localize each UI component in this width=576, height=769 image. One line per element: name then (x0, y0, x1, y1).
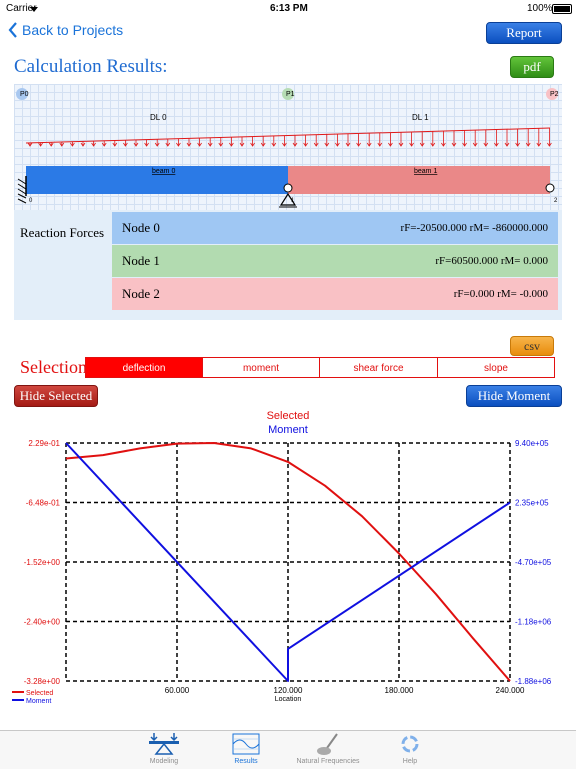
node-2-label: 2 (554, 198, 558, 204)
y-left-tick-label: 2.29e-01 (28, 439, 60, 448)
results-chart: Selected Moment 2.29e-01 -6.48e-01 -1.52e+… (12, 410, 552, 705)
reaction-value: rF=-20500.000 rM= -860000.000 (400, 222, 548, 234)
x-tick-label: 60.000 (165, 686, 190, 695)
load-label-dl0: DL 0 (150, 113, 167, 122)
fixed-support-icon (17, 176, 27, 204)
reaction-row-node-1[interactable]: Node 1 rF=60500.000 rM= 0.000 (112, 245, 558, 277)
beam-diagram: P0 P1 P2 DL 0 DL 1 beam 0 beam 1 0 1 2 (14, 84, 562, 210)
graph-icon (232, 733, 260, 755)
segment-moment[interactable]: moment (202, 357, 320, 378)
status-bar: Carrier 6:13 PM 100% (0, 0, 576, 18)
reaction-forces-label: Reaction Forces (20, 225, 105, 240)
back-label: Back to Projects (22, 22, 124, 38)
legend-selected: Selected (26, 690, 53, 697)
tab-results[interactable]: Results (206, 730, 286, 768)
x-tick-label: 120.000 (274, 686, 303, 695)
reaction-value: rF=0.000 rM= -0.000 (453, 288, 548, 300)
y-left-tick-label: -6.48e-01 (26, 499, 61, 508)
segment-slope[interactable]: slope (437, 357, 555, 378)
y-right-tick-label: -4.70e+05 (515, 558, 552, 567)
chart-subtitle: Moment (268, 424, 308, 436)
chart-legend: Selected Moment (12, 690, 53, 705)
back-button[interactable]: Back to Projects (8, 22, 123, 38)
x-ticks: 60.000 120.000 180.000 240.000 (165, 686, 525, 695)
free-end-node (545, 183, 555, 193)
help-icon (401, 735, 419, 753)
node-0-label: 0 (29, 198, 33, 204)
node-name: Node 0 (122, 220, 160, 235)
hide-selected-button[interactable]: Hide Selected (14, 385, 98, 407)
tab-label: Natural Frequencies (296, 758, 360, 765)
beam-1-label: beam 1 (414, 168, 437, 175)
point-p0-label: P0 (20, 91, 29, 98)
pdf-button[interactable]: pdf (510, 56, 554, 78)
legend-moment: Moment (26, 698, 51, 705)
battery-icon (552, 4, 572, 14)
tab-label: Results (234, 758, 258, 765)
load-line (25, 127, 551, 144)
beam-0-label: beam 0 (152, 168, 175, 175)
tab-help[interactable]: Help (370, 730, 450, 768)
distributed-load-arrows[interactable] (25, 127, 552, 147)
x-tick-label: 180.000 (385, 686, 414, 695)
report-button[interactable]: Report (486, 22, 562, 44)
y-right-tick-label: -1.88e+06 (515, 677, 552, 686)
load-label-dl1: DL 1 (412, 113, 429, 122)
csv-button[interactable]: csv (510, 336, 554, 356)
chart-grid (65, 442, 511, 682)
beam-icon (149, 733, 179, 755)
point-p1-label: P1 (286, 91, 295, 98)
status-time: 6:13 PM (270, 3, 308, 14)
segment-shear-force[interactable]: shear force (319, 357, 438, 378)
tuning-fork-icon (317, 733, 338, 755)
selection-label: Selection (20, 357, 87, 377)
y-left-tick-label: -3.28e+00 (24, 677, 61, 686)
beam-diagram-svg: P0 P1 P2 DL 0 DL 1 beam 0 beam 1 0 1 2 (16, 88, 559, 208)
chevron-left-icon (8, 22, 17, 38)
reaction-value: rF=60500.000 rM= 0.000 (435, 255, 548, 267)
hide-moment-button[interactable]: Hide Moment (466, 385, 562, 407)
battery-percent: 100% (527, 3, 553, 14)
x-axis-label: Location (275, 696, 302, 703)
reaction-row-node-0[interactable]: Node 0 rF=-20500.000 rM= -860000.000 (112, 212, 558, 244)
y-right-tick-label: -1.18e+06 (515, 618, 552, 627)
y-right-tick-label: 9.40e+05 (515, 439, 549, 448)
tab-modeling[interactable]: Modeling (124, 730, 204, 768)
tab-label: Help (402, 758, 418, 765)
y-right-ticks: 9.40e+05 2.35e+05 -4.70e+05 -1.18e+06 -1.88e… (515, 439, 552, 686)
x-tick-label: 240.000 (496, 686, 525, 695)
node-name: Node 2 (122, 286, 160, 301)
chart-title: Selected (267, 410, 310, 422)
y-left-tick-label: -2.40e+00 (24, 618, 61, 627)
wifi-icon (30, 7, 38, 12)
node-name: Node 1 (122, 253, 160, 268)
page-title: Calculation Results: (14, 56, 168, 77)
point-p2-label: P2 (550, 91, 559, 98)
y-left-ticks: 2.29e-01 -6.48e-01 -1.52e+00 -2.40e+00 -3.28… (24, 439, 61, 686)
tab-label: Modeling (149, 758, 179, 765)
y-left-tick-label: -1.52e+00 (24, 558, 61, 567)
tab-natural-frequencies[interactable]: Natural Frequencies (288, 730, 368, 768)
reaction-row-node-2[interactable]: Node 2 rF=0.000 rM= -0.000 (112, 278, 558, 310)
y-right-tick-label: 2.35e+05 (515, 499, 549, 508)
segment-deflection[interactable]: deflection (85, 357, 203, 378)
